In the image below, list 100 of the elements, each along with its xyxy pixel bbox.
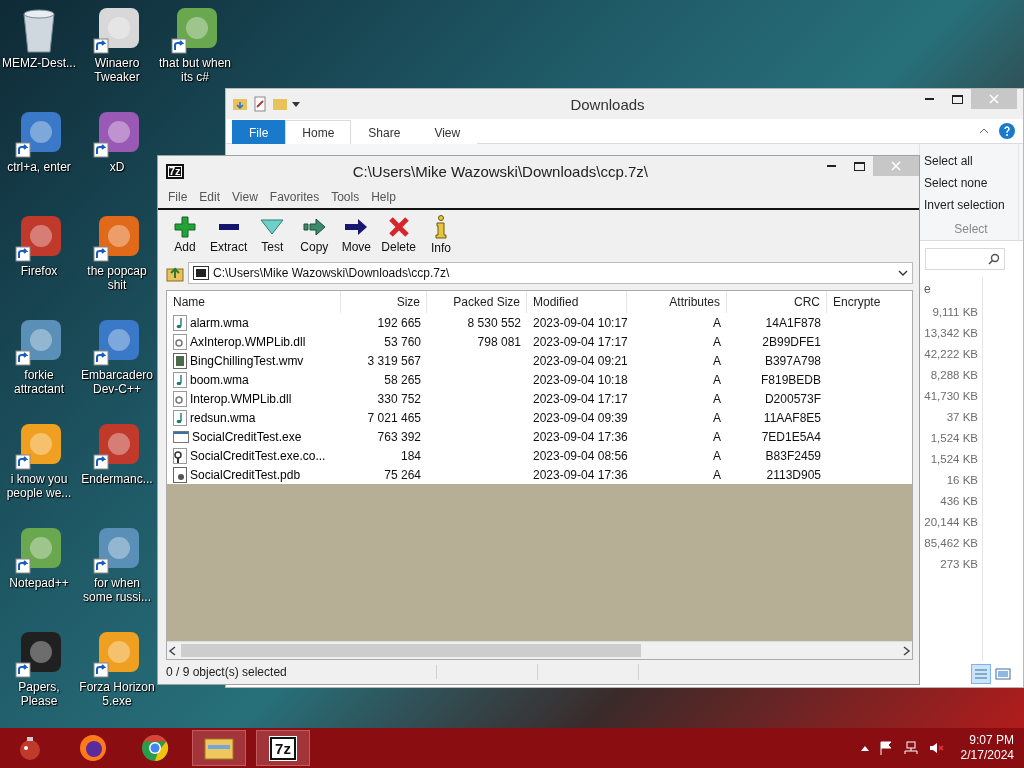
- column-header[interactable]: e: [916, 277, 978, 301]
- window-title: Downloads: [569, 95, 646, 113]
- address-field[interactable]: C:\Users\Mike Wazowski\Downloads\ccp.7z\: [188, 262, 913, 284]
- file-name[interactable]: redsun.wma: [167, 408, 341, 427]
- table-cell-text: 3 319 567: [366, 352, 422, 370]
- shortcut-icon[interactable]: [15, 422, 63, 470]
- flag-icon[interactable]: [878, 741, 893, 755]
- ribbon-tab[interactable]: Home: [285, 120, 352, 144]
- shortcut-icon[interactable]: [171, 6, 219, 54]
- table-cell-text: 2023-09-04 17:36: [532, 466, 627, 484]
- shortcut-icon[interactable]: [15, 110, 63, 158]
- minus-icon: [218, 224, 239, 230]
- menu-item[interactable]: Tools: [325, 190, 366, 204]
- window-title: C:\Users\Mike Wazowski\Downloads\ccp.7z\: [351, 162, 649, 180]
- file-size: 9,111 KB: [931, 304, 978, 320]
- menu-item[interactable]: Edit: [193, 190, 227, 204]
- caret-up-icon[interactable]: [860, 745, 869, 751]
- table-cell-text: 2023-09-04 10:18: [532, 371, 627, 389]
- menu-item[interactable]: File: [162, 190, 194, 204]
- shortcut-icon[interactable]: [15, 214, 63, 262]
- file-size: 1,524 KB: [929, 430, 978, 446]
- collapse-ribbon-icon[interactable]: [979, 128, 989, 134]
- shortcut-icon[interactable]: [93, 526, 141, 574]
- toolbar-button[interactable]: Info: [420, 215, 463, 255]
- shortcut-icon[interactable]: [93, 6, 141, 54]
- table-cell-text: 2023-09-04 17:36: [532, 428, 627, 446]
- toolbar-button[interactable]: Copy: [293, 216, 336, 254]
- desktop-icon-label: Forza Horizon 5.exe: [78, 680, 156, 708]
- desktop-icon-label: Notepad++: [8, 576, 70, 590]
- file-name[interactable]: alarm.wma: [167, 313, 341, 332]
- file-name[interactable]: BingChillingTest.wmv: [167, 351, 341, 370]
- delete-icon: [387, 216, 410, 238]
- table-cell-text: A: [712, 371, 722, 389]
- shortcut-icon[interactable]: [93, 214, 141, 262]
- dropdown-icon[interactable]: [292, 100, 300, 108]
- toolbar-button[interactable]: Extract: [206, 216, 252, 254]
- file-name[interactable]: SocialCreditTest.exe.co...: [167, 446, 341, 465]
- desktop-icon-label: ctrl+a, enter: [6, 160, 72, 174]
- select-command[interactable]: Select all: [924, 150, 1018, 172]
- shortcut-icon[interactable]: [93, 110, 141, 158]
- file-name[interactable]: boom.wma: [167, 370, 341, 389]
- shortcut-icon[interactable]: [15, 526, 63, 574]
- table-cell-text: 330 752: [376, 390, 422, 408]
- menu-item[interactable]: Favorites: [263, 190, 326, 204]
- file-size: 1,524 KB: [929, 451, 978, 467]
- toolbar-button[interactable]: Test: [251, 216, 294, 254]
- desktop-icon-label: forkie attractant: [13, 368, 65, 396]
- table-cell-text: 11AAF8E5: [762, 409, 822, 427]
- file-name[interactable]: SocialCreditTest.exe: [167, 427, 341, 446]
- file-size: 42,222 KB: [923, 346, 978, 362]
- table-cell-text: A: [712, 428, 722, 446]
- ribbon-tab[interactable]: File: [232, 120, 286, 144]
- desktop-icon-label: the popcap shit: [86, 264, 148, 292]
- select-command[interactable]: Select none: [924, 172, 1018, 194]
- shortcut-icon[interactable]: [93, 630, 141, 678]
- select-command[interactable]: Invert selection: [924, 194, 1018, 216]
- file-name[interactable]: AxInterop.WMPLib.dll: [167, 332, 341, 351]
- shortcut-icon[interactable]: [93, 422, 141, 470]
- info-icon: [434, 215, 449, 239]
- folder-icon[interactable]: [232, 96, 248, 112]
- chevron-down-icon[interactable]: [898, 270, 908, 276]
- desktop-icon-label: for when some russi...: [82, 576, 152, 604]
- menu-item[interactable]: Help: [365, 190, 402, 204]
- menu-item[interactable]: View: [226, 190, 264, 204]
- file-name[interactable]: SocialCreditTest.pdb: [167, 465, 341, 484]
- taskbar-button[interactable]: 7z: [254, 728, 312, 768]
- toolbar-button[interactable]: Delete: [377, 216, 421, 254]
- network-icon[interactable]: [902, 741, 919, 755]
- speaker-muted-icon[interactable]: [928, 741, 945, 755]
- maximize-icon: [951, 94, 963, 104]
- shortcut-icon[interactable]: [15, 318, 63, 366]
- properties-icon[interactable]: [252, 96, 268, 112]
- table-cell-text: 763 392: [376, 428, 422, 446]
- desktop-icon-label: xD: [108, 160, 126, 174]
- toolbar-button[interactable]: Move: [335, 216, 378, 254]
- desktop-icon-label: Winaero Tweaker: [93, 56, 141, 84]
- toolbar-button[interactable]: Add: [164, 216, 206, 254]
- file-size: 20,144 KB: [923, 514, 978, 530]
- table-cell-text: 2023-09-04 17:17: [532, 333, 627, 351]
- folder-icon: [204, 735, 234, 761]
- desktop-icon-label: Firefox: [19, 264, 59, 278]
- clock-date: 2/17/2024: [960, 748, 1014, 763]
- minimize-icon: [924, 98, 934, 100]
- table-cell-text: 53 760: [383, 333, 422, 351]
- horizontal-scrollbar[interactable]: [167, 641, 912, 659]
- status-text: 0 / 9 object(s) selected: [166, 665, 437, 679]
- group-label: Select: [953, 222, 989, 236]
- desktop-icon-label: MEMZ-Dest...: [1, 56, 77, 70]
- archive-icon: [193, 265, 209, 281]
- help-icon[interactable]: [999, 123, 1015, 139]
- clock-time: 9:07 PM: [969, 733, 1014, 748]
- table-cell-text: A: [712, 352, 722, 370]
- search-field[interactable]: [925, 248, 1005, 270]
- app-logo: 7z: [270, 736, 296, 760]
- table-cell-text: 2023-09-04 17:17: [532, 390, 627, 408]
- file-name[interactable]: Interop.WMPLib.dll: [167, 389, 341, 408]
- table-cell-text: B397A798: [763, 352, 822, 370]
- shortcut-icon[interactable]: [93, 318, 141, 366]
- table-cell-text: 192 665: [376, 314, 422, 332]
- shortcut-icon[interactable]: [15, 630, 63, 678]
